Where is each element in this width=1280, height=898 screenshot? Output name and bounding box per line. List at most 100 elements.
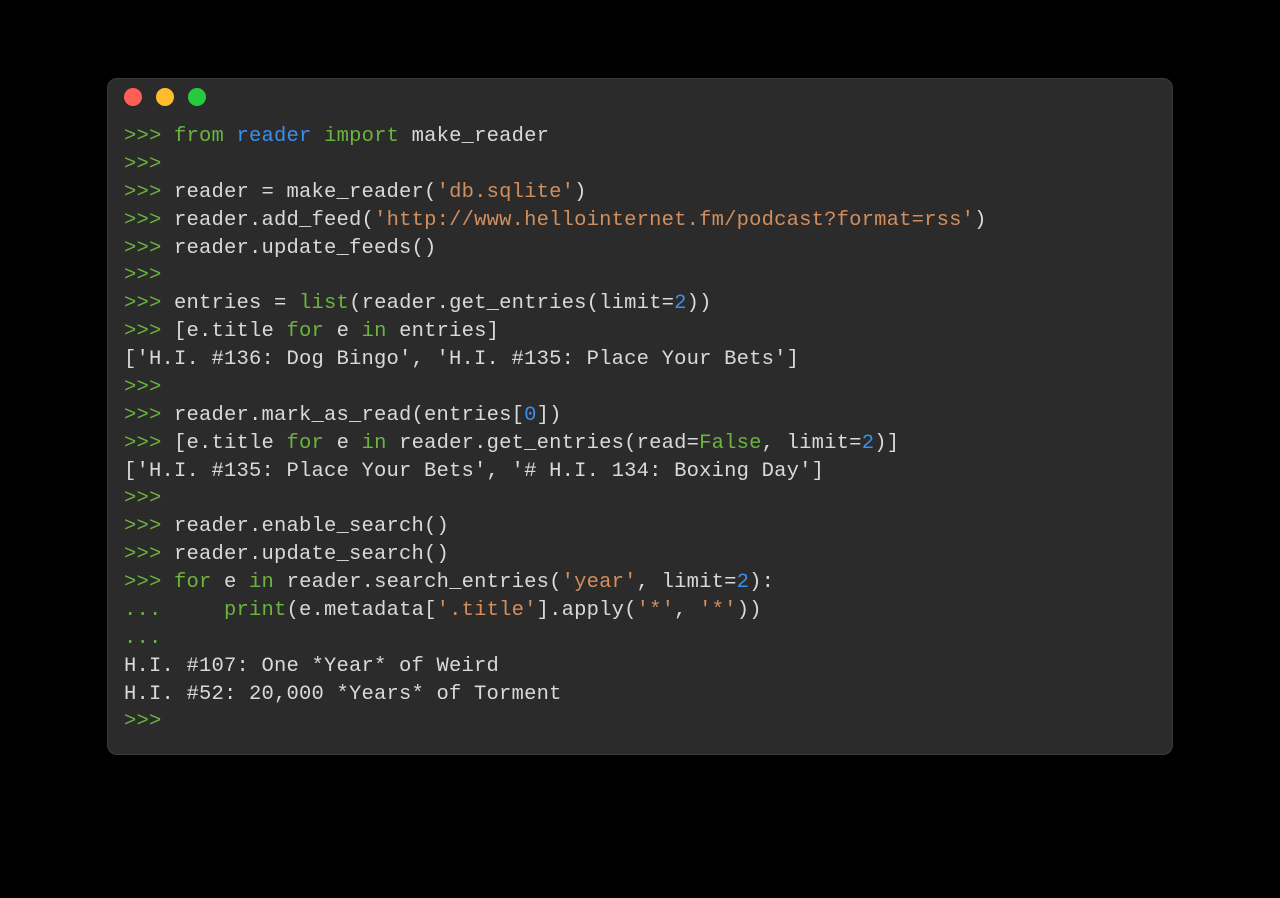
code-token: 2 — [737, 571, 750, 594]
code-token: for — [287, 320, 325, 343]
code-token: (reader.get_entries(limit= — [349, 292, 674, 315]
code-token: )) — [687, 292, 712, 315]
repl-prompt: >>> — [124, 543, 174, 566]
repl-continuation-line: ... print(e.metadata['.title'].apply('*'… — [124, 597, 1156, 625]
code-token: from — [174, 125, 224, 148]
code-token: '*' — [637, 599, 675, 622]
code-token: reader.get_entries(read= — [387, 432, 700, 455]
code-token: ].apply( — [537, 599, 637, 622]
code-token: (e.metadata[ — [287, 599, 437, 622]
code-token: reader.enable_search() — [174, 515, 449, 538]
repl-output-line: H.I. #107: One *Year* of Weird — [124, 653, 1156, 681]
repl-prompt: >>> — [124, 264, 174, 287]
repl-input-line: >>> reader.update_feeds() — [124, 235, 1156, 263]
code-token: reader — [237, 125, 312, 148]
code-token — [224, 125, 237, 148]
code-token: [e.title — [174, 432, 287, 455]
code-token: 0 — [524, 404, 537, 427]
repl-input-line: >>> for e in reader.search_entries('year… — [124, 569, 1156, 597]
code-token: in — [362, 320, 387, 343]
repl-input-line: >>> — [124, 374, 1156, 402]
repl-output-line: ['H.I. #136: Dog Bingo', 'H.I. #135: Pla… — [124, 346, 1156, 374]
repl-input-line: >>> reader.add_feed('http://www.helloint… — [124, 207, 1156, 235]
code-token: list — [299, 292, 349, 315]
repl-input-line: >>> — [124, 485, 1156, 513]
code-token: e — [324, 320, 362, 343]
code-token: False — [699, 432, 762, 455]
repl-output-line: ['H.I. #135: Place Your Bets', '# H.I. 1… — [124, 458, 1156, 486]
code-token: print — [224, 599, 287, 622]
code-token: for — [174, 571, 212, 594]
repl-prompt: >>> — [124, 237, 174, 260]
terminal-body[interactable]: >>> from reader import make_reader>>> >>… — [108, 115, 1172, 754]
code-token: H.I. #107: One *Year* of Weird — [124, 655, 499, 678]
code-token: in — [249, 571, 274, 594]
code-token: , — [674, 599, 699, 622]
code-token: in — [362, 432, 387, 455]
repl-input-line: >>> reader.update_search() — [124, 541, 1156, 569]
repl-input-line: >>> reader = make_reader('db.sqlite') — [124, 179, 1156, 207]
code-token: H.I. #52: 20,000 *Years* of Torment — [124, 683, 562, 706]
zoom-icon[interactable] — [188, 88, 206, 106]
terminal-window: >>> from reader import make_reader>>> >>… — [107, 78, 1173, 755]
code-token: entries] — [387, 320, 500, 343]
repl-continuation-prompt: ... — [124, 599, 174, 622]
minimize-icon[interactable] — [156, 88, 174, 106]
repl-prompt: >>> — [124, 432, 174, 455]
code-token: )] — [874, 432, 899, 455]
repl-prompt: >>> — [124, 487, 174, 510]
code-token: reader = make_reader( — [174, 181, 437, 204]
code-token: [e.title — [174, 320, 287, 343]
code-token: 'http://www.hellointernet.fm/podcast?for… — [374, 209, 974, 232]
code-token: ) — [574, 181, 587, 204]
code-token: ) — [974, 209, 987, 232]
close-icon[interactable] — [124, 88, 142, 106]
repl-continuation-prompt: ... — [124, 627, 174, 650]
code-token: reader.update_search() — [174, 543, 449, 566]
repl-prompt: >>> — [124, 320, 174, 343]
code-token: ['H.I. #136: Dog Bingo', 'H.I. #135: Pla… — [124, 348, 799, 371]
repl-prompt: >>> — [124, 710, 174, 733]
code-token: '*' — [699, 599, 737, 622]
repl-input-line: >>> reader.mark_as_read(entries[0]) — [124, 402, 1156, 430]
code-token: reader.mark_as_read(entries[ — [174, 404, 524, 427]
code-token: , limit= — [762, 432, 862, 455]
code-token — [174, 599, 224, 622]
code-token: ]) — [537, 404, 562, 427]
repl-output-line: H.I. #52: 20,000 *Years* of Torment — [124, 681, 1156, 709]
code-token: '.title' — [437, 599, 537, 622]
repl-input-line: >>> [e.title for e in entries] — [124, 318, 1156, 346]
repl-prompt: >>> — [124, 515, 174, 538]
repl-continuation-line: ... — [124, 625, 1156, 653]
code-token: reader.search_entries( — [274, 571, 562, 594]
code-token: entries = — [174, 292, 299, 315]
repl-prompt: >>> — [124, 209, 174, 232]
code-token: reader.update_feeds() — [174, 237, 437, 260]
code-token: for — [287, 432, 325, 455]
repl-input-line: >>> reader.enable_search() — [124, 513, 1156, 541]
code-token: 2 — [674, 292, 687, 315]
repl-prompt: >>> — [124, 181, 174, 204]
code-token: make_reader — [399, 125, 549, 148]
repl-input-line: >>> from reader import make_reader — [124, 123, 1156, 151]
repl-prompt: >>> — [124, 292, 174, 315]
code-token: import — [324, 125, 399, 148]
code-token — [312, 125, 325, 148]
repl-input-line: >>> — [124, 708, 1156, 736]
code-token: e — [212, 571, 250, 594]
repl-prompt: >>> — [124, 125, 174, 148]
title-bar — [108, 79, 1172, 115]
code-token: 2 — [862, 432, 875, 455]
code-token: 'year' — [562, 571, 637, 594]
code-token: e — [324, 432, 362, 455]
repl-input-line: >>> — [124, 262, 1156, 290]
repl-prompt: >>> — [124, 404, 174, 427]
code-token: ['H.I. #135: Place Your Bets', '# H.I. 1… — [124, 460, 824, 483]
repl-input-line: >>> [e.title for e in reader.get_entries… — [124, 430, 1156, 458]
code-token: ): — [749, 571, 774, 594]
code-token: , limit= — [637, 571, 737, 594]
repl-input-line: >>> entries = list(reader.get_entries(li… — [124, 290, 1156, 318]
code-token: reader.add_feed( — [174, 209, 374, 232]
repl-input-line: >>> — [124, 151, 1156, 179]
repl-prompt: >>> — [124, 153, 174, 176]
